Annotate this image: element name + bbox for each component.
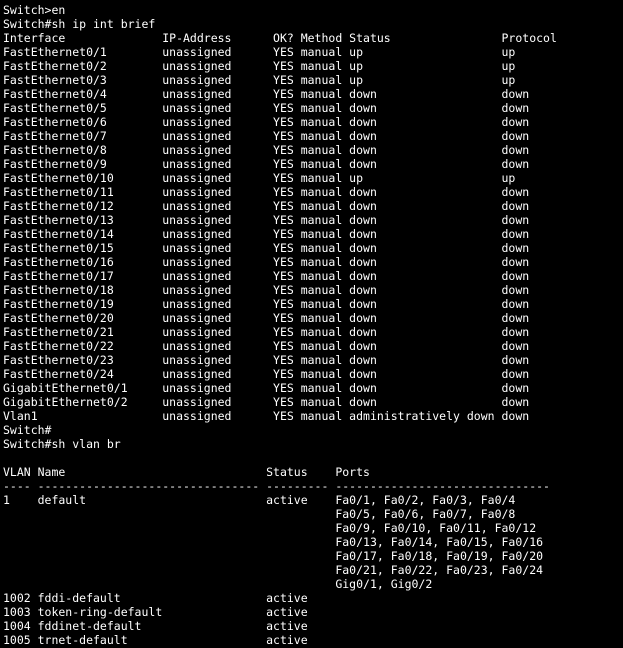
terminal-window[interactable]: Switch>en Switch#sh ip int brief Interfa… [0, 0, 623, 648]
terminal-output[interactable]: Switch>en Switch#sh ip int brief Interfa… [3, 3, 623, 647]
